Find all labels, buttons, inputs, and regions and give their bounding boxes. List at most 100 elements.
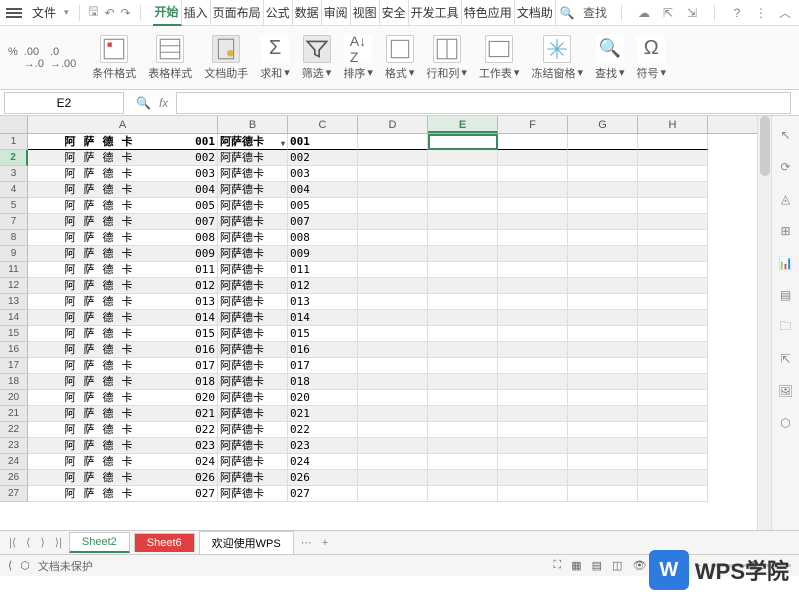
col-header-B[interactable]: B: [218, 116, 288, 133]
eye-icon[interactable]: 👁: [632, 559, 646, 572]
cell-D4[interactable]: [358, 182, 428, 198]
cell-D3[interactable]: [358, 166, 428, 182]
name-box[interactable]: E2: [4, 92, 124, 114]
cell-C9[interactable]: 009: [288, 246, 358, 262]
cell-C18[interactable]: 018: [288, 374, 358, 390]
cell-A23[interactable]: 阿萨德卡023: [28, 438, 218, 454]
cell-H27[interactable]: [638, 486, 708, 502]
cell-C17[interactable]: 017: [288, 358, 358, 374]
cell-F16[interactable]: [498, 342, 568, 358]
cell-F3[interactable]: [498, 166, 568, 182]
cell-B17[interactable]: 阿萨德卡: [218, 358, 288, 374]
cell-C3[interactable]: 003: [288, 166, 358, 182]
row-header-7[interactable]: 7: [0, 214, 28, 230]
back-icon[interactable]: ⟨: [8, 559, 12, 572]
cell-G5[interactable]: [568, 198, 638, 214]
cell-E23[interactable]: [428, 438, 498, 454]
cell-G8[interactable]: [568, 230, 638, 246]
cell-G3[interactable]: [568, 166, 638, 182]
row-header-24[interactable]: 24: [0, 454, 28, 470]
cell-G16[interactable]: [568, 342, 638, 358]
cell-B11[interactable]: 阿萨德卡: [218, 262, 288, 278]
row-header-1[interactable]: 1: [0, 134, 28, 150]
col-header-G[interactable]: G: [568, 116, 638, 133]
row-header-23[interactable]: 23: [0, 438, 28, 454]
cell-G22[interactable]: [568, 422, 638, 438]
row-header-21[interactable]: 21: [0, 406, 28, 422]
cell-B23[interactable]: 阿萨德卡: [218, 438, 288, 454]
symbol-group[interactable]: Ω 符号 ▾: [637, 35, 667, 81]
cell-A7[interactable]: 阿萨德卡007: [28, 214, 218, 230]
cell-B3[interactable]: 阿萨德卡: [218, 166, 288, 182]
row-header-14[interactable]: 14: [0, 310, 28, 326]
decimal-dec-button[interactable]: .0→.00: [50, 46, 76, 70]
cell-F8[interactable]: [498, 230, 568, 246]
redo-icon[interactable]: ↷: [118, 5, 134, 21]
ribbon-tab-10[interactable]: 文档助: [515, 0, 556, 25]
cell-G23[interactable]: [568, 438, 638, 454]
row-header-17[interactable]: 17: [0, 358, 28, 374]
view-normal-icon[interactable]: ▦: [571, 559, 581, 572]
table-style-group[interactable]: 表格样式: [148, 35, 192, 81]
cell-E14[interactable]: [428, 310, 498, 326]
row-header-20[interactable]: 20: [0, 390, 28, 406]
cell-E21[interactable]: [428, 406, 498, 422]
cell-E27[interactable]: [428, 486, 498, 502]
share-icon[interactable]: ⇱: [660, 5, 676, 21]
cell-H11[interactable]: [638, 262, 708, 278]
row-header-18[interactable]: 18: [0, 374, 28, 390]
fullscreen-icon[interactable]: ⛶: [554, 559, 562, 572]
cell-F26[interactable]: [498, 470, 568, 486]
add-sheet-button[interactable]: +: [319, 537, 331, 549]
cursor-icon[interactable]: ↖: [777, 126, 795, 144]
cell-F14[interactable]: [498, 310, 568, 326]
tab-prev-button[interactable]: ⟨: [23, 536, 33, 549]
cell-D18[interactable]: [358, 374, 428, 390]
layers-icon[interactable]: ▤: [777, 286, 795, 304]
search-icon[interactable]: 🔍: [559, 5, 575, 21]
cell-H16[interactable]: [638, 342, 708, 358]
row-header-5[interactable]: 5: [0, 198, 28, 214]
cond-format-group[interactable]: 条件格式: [92, 35, 136, 81]
more-tabs-icon[interactable]: ⋯: [298, 536, 315, 549]
cell-H18[interactable]: [638, 374, 708, 390]
cell-H4[interactable]: [638, 182, 708, 198]
col-header-D[interactable]: D: [358, 116, 428, 133]
filter-group[interactable]: 筛选 ▾: [302, 35, 332, 81]
cell-D16[interactable]: [358, 342, 428, 358]
cell-F9[interactable]: [498, 246, 568, 262]
cell-F24[interactable]: [498, 454, 568, 470]
ribbon-tab-1[interactable]: 插入: [182, 0, 211, 25]
formula-input[interactable]: [176, 92, 791, 114]
cell-D12[interactable]: [358, 278, 428, 294]
cell-E3[interactable]: [428, 166, 498, 182]
cell-G4[interactable]: [568, 182, 638, 198]
cell-B18[interactable]: 阿萨德卡: [218, 374, 288, 390]
cell-C26[interactable]: 026: [288, 470, 358, 486]
cell-A11[interactable]: 阿萨德卡011: [28, 262, 218, 278]
row-header-26[interactable]: 26: [0, 470, 28, 486]
row-header-8[interactable]: 8: [0, 230, 28, 246]
cell-A1[interactable]: 阿萨德卡001: [28, 134, 218, 150]
col-header-A[interactable]: A: [28, 116, 218, 133]
cell-D9[interactable]: [358, 246, 428, 262]
cell-A12[interactable]: 阿萨德卡012: [28, 278, 218, 294]
cell-E8[interactable]: [428, 230, 498, 246]
cell-H15[interactable]: [638, 326, 708, 342]
cell-C24[interactable]: 024: [288, 454, 358, 470]
cell-A14[interactable]: 阿萨德卡014: [28, 310, 218, 326]
cell-A2[interactable]: 阿萨德卡002: [28, 150, 218, 166]
cell-G15[interactable]: [568, 326, 638, 342]
cell-D1[interactable]: [358, 134, 428, 150]
view-split-icon[interactable]: ◫: [612, 559, 622, 572]
cell-E7[interactable]: [428, 214, 498, 230]
cell-C7[interactable]: 007: [288, 214, 358, 230]
ribbon-tab-4[interactable]: 数据: [293, 0, 322, 25]
row-header-13[interactable]: 13: [0, 294, 28, 310]
cell-G12[interactable]: [568, 278, 638, 294]
cell-H21[interactable]: [638, 406, 708, 422]
cell-E20[interactable]: [428, 390, 498, 406]
cell-B7[interactable]: 阿萨德卡: [218, 214, 288, 230]
row-header-22[interactable]: 22: [0, 422, 28, 438]
cell-E12[interactable]: [428, 278, 498, 294]
